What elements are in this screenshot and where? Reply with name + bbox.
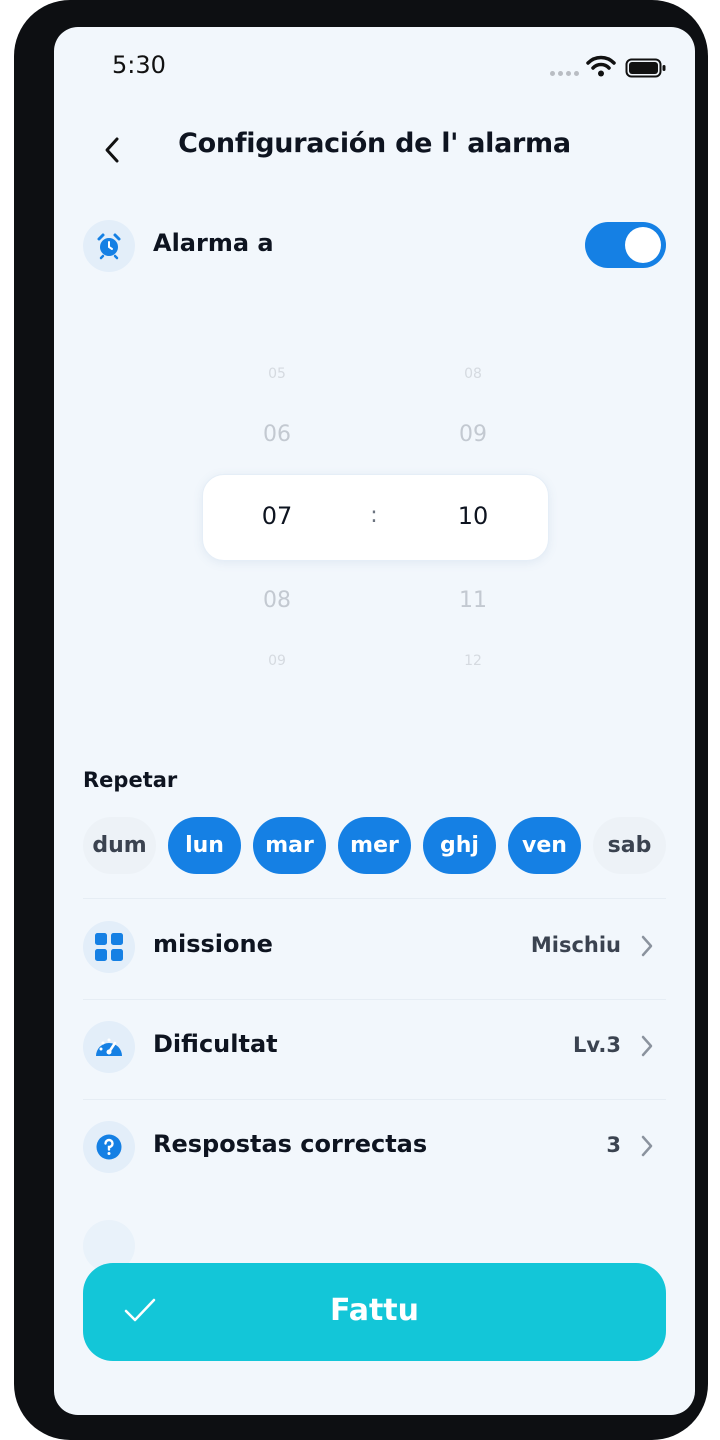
minute-option[interactable]: 08	[433, 366, 513, 382]
day-chip-mar[interactable]: mar	[253, 817, 326, 874]
minute-option[interactable]: 09	[433, 422, 513, 447]
page-title: Configuración de l' alarma	[178, 128, 571, 159]
difficulty-label: Dificultat	[153, 1030, 278, 1058]
day-chip-lun[interactable]: lun	[168, 817, 241, 874]
hour-option[interactable]: 05	[237, 366, 317, 382]
device-frame: 5:30 Configuración de l' alarma Alarma a…	[14, 0, 708, 1440]
alarm-toggle[interactable]	[585, 222, 666, 268]
day-chip-mer[interactable]: mer	[338, 817, 411, 874]
question-icon	[83, 1121, 135, 1173]
correct-answers-value: 3	[606, 1133, 621, 1157]
status-time: 5:30	[112, 51, 166, 79]
mission-value: Mischiu	[530, 933, 621, 957]
signal-icon	[550, 71, 579, 76]
repeat-label: Repetar	[83, 768, 178, 792]
battery-icon	[625, 58, 666, 78]
day-chip-dum[interactable]: dum	[83, 817, 156, 874]
time-separator: :	[370, 503, 378, 528]
toggle-knob	[625, 227, 661, 263]
mission-label: missione	[153, 930, 273, 958]
chevron-right-icon	[641, 935, 653, 957]
difficulty-row[interactable]: Dificultat Lv.3	[54, 1007, 695, 1087]
minute-option[interactable]: 12	[433, 653, 513, 669]
done-label: Fattu	[329, 1293, 420, 1328]
wifi-icon	[586, 55, 616, 77]
selected-minute[interactable]: 10	[433, 502, 513, 530]
correct-answers-row[interactable]: Respostas correctas 3	[54, 1107, 695, 1187]
chevron-right-icon	[641, 1035, 653, 1057]
alarm-label: Alarma a	[153, 229, 274, 257]
divider	[83, 1099, 666, 1100]
selected-hour[interactable]: 07	[237, 502, 317, 530]
divider	[83, 898, 666, 899]
day-chip-ghj[interactable]: ghj	[423, 817, 496, 874]
difficulty-value: Lv.3	[573, 1033, 621, 1057]
screen: 5:30 Configuración de l' alarma Alarma a…	[54, 27, 695, 1415]
correct-answers-label: Respostas correctas	[153, 1130, 428, 1158]
done-button[interactable]: Fattu	[83, 1263, 666, 1361]
divider	[83, 999, 666, 1000]
day-chip-ven[interactable]: ven	[508, 817, 581, 874]
gauge-icon	[83, 1021, 135, 1073]
day-chip-sab[interactable]: sab	[593, 817, 666, 874]
hour-option[interactable]: 06	[237, 422, 317, 447]
mission-row[interactable]: missione Mischiu	[54, 907, 695, 987]
alarm-clock-icon	[83, 220, 135, 272]
minute-option[interactable]: 11	[433, 588, 513, 613]
chevron-right-icon	[641, 1135, 653, 1157]
grid-icon	[83, 921, 135, 973]
hour-option[interactable]: 08	[237, 588, 317, 613]
hour-option[interactable]: 09	[237, 653, 317, 669]
